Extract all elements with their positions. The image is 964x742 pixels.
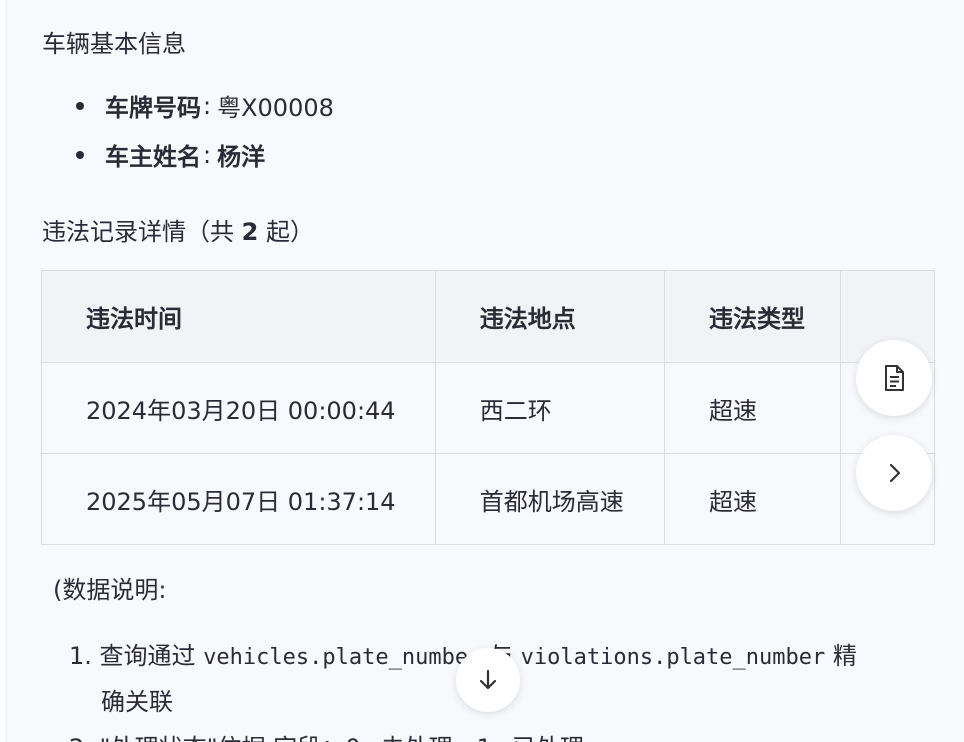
scroll-to-bottom-button[interactable] bbox=[456, 648, 520, 712]
arrow-down-icon bbox=[479, 669, 497, 690]
violations-table-scroll[interactable]: 违法时间 违法地点 违法类型 2024年03月20日 00:00:44 西二环 … bbox=[41, 270, 935, 547]
column-header-time: 违法时间 bbox=[41, 270, 436, 363]
column-header-location: 违法地点 bbox=[434, 270, 665, 363]
notes-item-1-end: 精 bbox=[832, 642, 857, 670]
cell-location: 首都机场高速 bbox=[434, 453, 665, 545]
bullet-icon bbox=[76, 150, 84, 159]
plate-colon: : bbox=[203, 91, 212, 120]
cell-time: 2025年05月07日 01:37:14 bbox=[41, 453, 436, 545]
document-icon bbox=[885, 365, 904, 391]
owner-value: 杨洋 bbox=[217, 143, 266, 171]
list-item-plate: 车牌号码 : 粤X00008 bbox=[76, 88, 334, 123]
cell-time: 2024年03月20日 00:00:44 bbox=[41, 362, 436, 454]
chevron-right-icon bbox=[889, 463, 901, 483]
list-item-owner: 车主姓名 : 杨洋 bbox=[76, 137, 265, 172]
column-header-type: 违法类型 bbox=[663, 270, 842, 363]
document-button[interactable] bbox=[856, 340, 932, 416]
owner-label: 车主姓名 bbox=[105, 143, 201, 171]
violations-count: 2 bbox=[241, 218, 259, 246]
cell-location: 西二环 bbox=[434, 362, 665, 454]
basic-info-title: 车辆基本信息 bbox=[42, 30, 186, 58]
chat-message-panel: 车辆基本信息 车牌号码 : 粤X00008 车主姓名 : 杨洋 违法记录详情（共… bbox=[6, 0, 964, 742]
notes-intro: (数据说明: bbox=[53, 576, 167, 604]
bullet-icon bbox=[76, 101, 84, 110]
violations-title-prefix: 违法记录详情（共 bbox=[42, 218, 242, 246]
table-row: 2024年03月20日 00:00:44 西二环 超速 bbox=[41, 362, 935, 454]
owner-colon: : bbox=[203, 140, 212, 169]
plate-value: 粤X00008 bbox=[217, 94, 334, 122]
table-row: 2025年05月07日 01:37:14 首都机场高速 超速 bbox=[41, 453, 935, 545]
notes-item-2-partial: 2. "处理状态"依据 字段：0=未处理，1=已处理 bbox=[69, 728, 584, 742]
table-header-row: 违法时间 违法地点 违法类型 bbox=[41, 270, 935, 363]
violations-title: 违法记录详情（共 2 起） bbox=[42, 212, 314, 247]
code-violations-plate: violations.plate_number bbox=[520, 645, 826, 670]
notes-item-1-continued: 确关联 bbox=[101, 688, 173, 716]
notes-item-1-number: 1. bbox=[69, 642, 92, 670]
next-button[interactable] bbox=[856, 435, 932, 511]
violations-table: 违法时间 违法地点 违法类型 2024年03月20日 00:00:44 西二环 … bbox=[41, 270, 935, 545]
violations-title-suffix: 起） bbox=[258, 218, 314, 246]
cell-type: 超速 bbox=[663, 362, 842, 454]
code-vehicles-plate: vehicles.plate_number bbox=[203, 645, 482, 670]
notes-item-1-text: 查询通过 bbox=[99, 642, 196, 670]
cell-type: 超速 bbox=[663, 453, 842, 545]
plate-label: 车牌号码 bbox=[105, 94, 201, 122]
